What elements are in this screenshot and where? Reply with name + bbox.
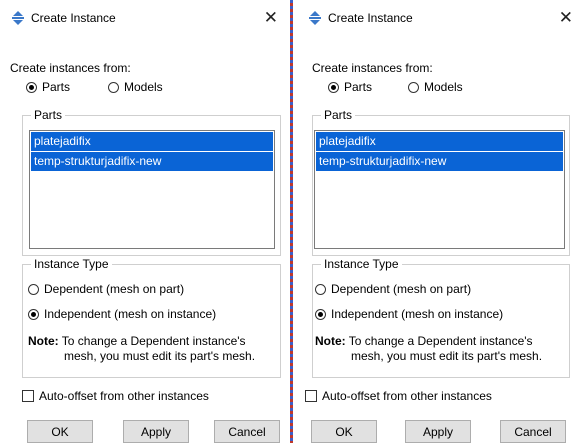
instance-type-legend: Instance Type	[31, 257, 112, 271]
create-from-label: Create instances from:	[312, 61, 433, 75]
list-item[interactable]: temp-strukturjadifix-new	[31, 152, 273, 171]
radio-dependent[interactable]: Dependent (mesh on part)	[315, 282, 471, 296]
source-radio-parts[interactable]: Parts	[26, 80, 70, 94]
radio-button-icon[interactable]	[328, 81, 339, 93]
title-bar[interactable]: Create Instance ✕	[297, 0, 573, 36]
auto-offset-checkbox-row[interactable]: Auto-offset from other instances	[22, 389, 209, 403]
dialog-title: Create Instance	[328, 11, 413, 25]
ok-button[interactable]: OK	[27, 420, 93, 443]
radio-button-icon[interactable]	[315, 308, 326, 320]
instance-app-icon	[309, 11, 321, 25]
radio-button-icon[interactable]	[28, 283, 39, 295]
radio-button-icon[interactable]	[408, 81, 419, 93]
note-text: Note: To change a Dependent instance's m…	[315, 334, 543, 363]
parts-legend: Parts	[31, 108, 66, 122]
title-bar[interactable]: Create Instance ✕	[0, 0, 286, 36]
apply-button[interactable]: Apply	[405, 420, 471, 443]
instance-type-legend: Instance Type	[321, 257, 402, 271]
dialog-title: Create Instance	[31, 11, 116, 25]
cancel-button[interactable]: Cancel	[500, 420, 566, 443]
parts-group: Parts platejadifix temp-strukturjadifix-…	[22, 108, 281, 256]
list-item[interactable]: platejadifix	[316, 132, 563, 151]
instance-app-icon	[12, 11, 24, 25]
radio-button-icon[interactable]	[28, 308, 39, 320]
radio-independent[interactable]: Independent (mesh on instance)	[28, 307, 216, 321]
create-instance-dialog-1: Create Instance ✕ Create instances from:…	[0, 0, 286, 443]
create-instance-dialog-2: Create Instance ✕ Create instances from:…	[297, 0, 573, 443]
instance-type-group: Instance Type Dependent (mesh on part) I…	[22, 257, 281, 378]
source-radio-models[interactable]: Models	[408, 80, 463, 94]
close-icon[interactable]: ✕	[264, 9, 278, 26]
radio-button-icon[interactable]	[26, 81, 37, 93]
radio-button-icon[interactable]	[315, 283, 326, 295]
close-icon[interactable]: ✕	[559, 9, 573, 26]
radio-button-icon[interactable]	[108, 81, 119, 93]
parts-listbox[interactable]: platejadifix temp-strukturjadifix-new	[29, 130, 275, 249]
auto-offset-checkbox[interactable]	[22, 390, 34, 402]
radio-dependent[interactable]: Dependent (mesh on part)	[28, 282, 184, 296]
source-radio-models[interactable]: Models	[108, 80, 163, 94]
parts-group: Parts platejadifix temp-strukturjadifix-…	[312, 108, 570, 256]
list-item[interactable]: temp-strukturjadifix-new	[316, 152, 563, 171]
radio-independent[interactable]: Independent (mesh on instance)	[315, 307, 503, 321]
auto-offset-checkbox[interactable]	[305, 390, 317, 402]
parts-legend: Parts	[321, 108, 356, 122]
right-window-edge	[290, 0, 293, 443]
source-radio-parts[interactable]: Parts	[328, 80, 372, 94]
create-from-label: Create instances from:	[10, 61, 131, 75]
instance-type-group: Instance Type Dependent (mesh on part) I…	[312, 257, 570, 378]
apply-button[interactable]: Apply	[123, 420, 189, 443]
list-item[interactable]: platejadifix	[31, 132, 273, 151]
cancel-button[interactable]: Cancel	[214, 420, 280, 443]
auto-offset-checkbox-row[interactable]: Auto-offset from other instances	[305, 389, 492, 403]
ok-button[interactable]: OK	[311, 420, 377, 443]
parts-listbox[interactable]: platejadifix temp-strukturjadifix-new	[314, 130, 565, 249]
note-text: Note: To change a Dependent instance's m…	[28, 334, 256, 363]
